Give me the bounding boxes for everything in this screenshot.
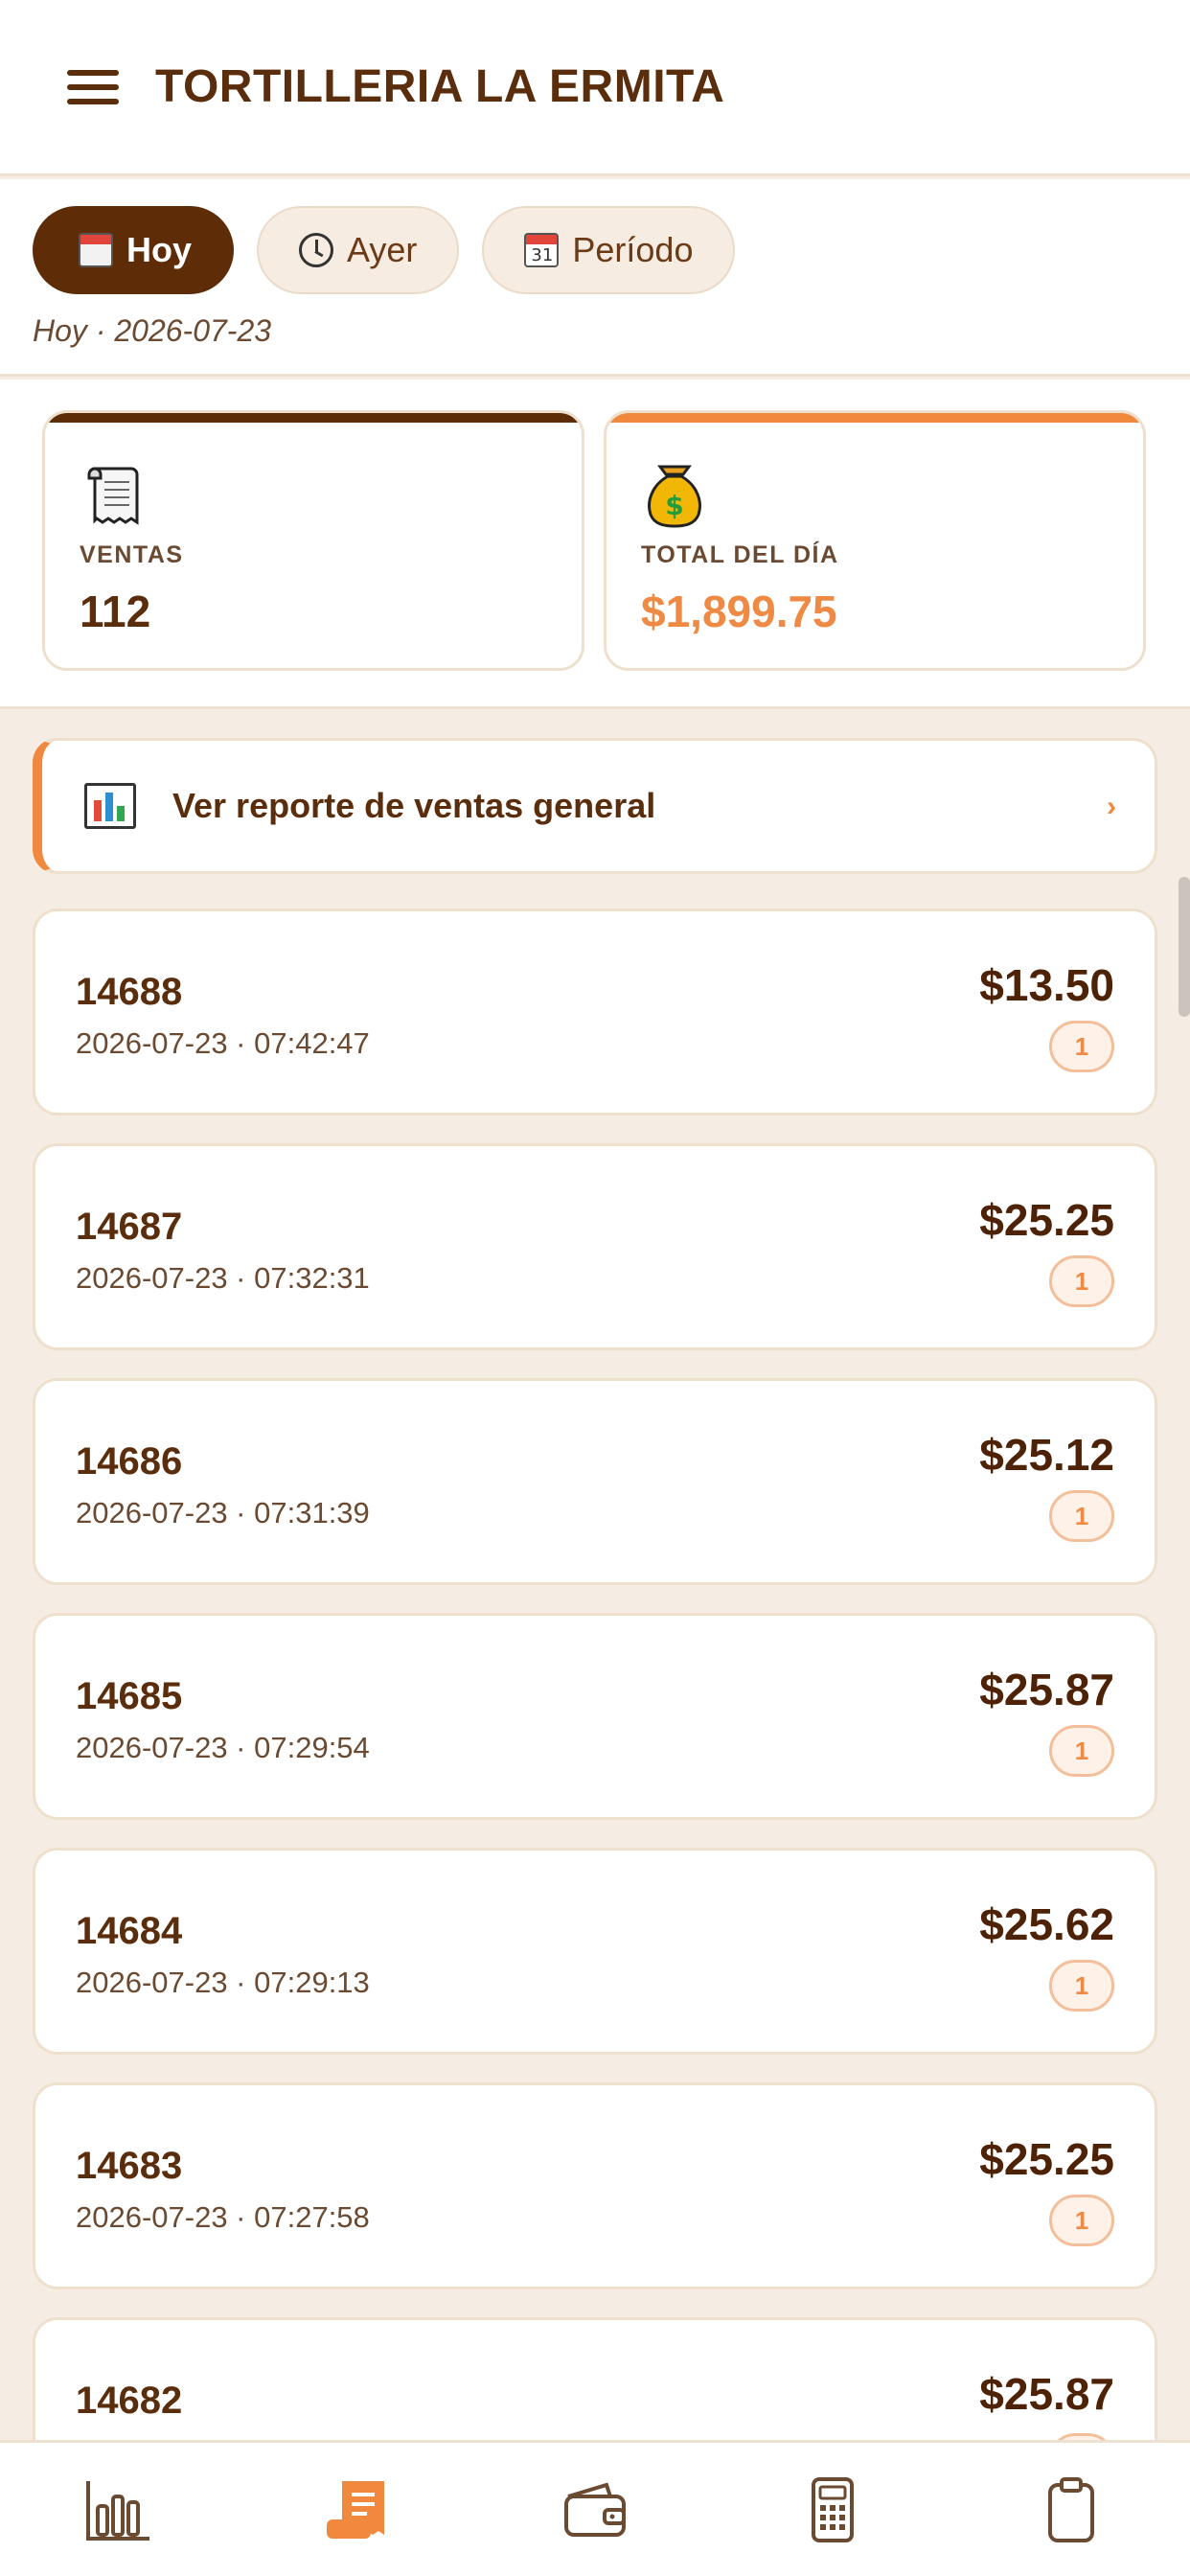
bar-chart-icon — [86, 2480, 150, 2541]
receipt-icon — [87, 467, 139, 525]
app-header: TORTILLERIA LA ERMITA — [0, 0, 1190, 176]
sale-item[interactable]: 14688 2026-07-23 · 07:42:47 $13.50 1 — [33, 908, 1157, 1116]
sale-amount: $25.87 — [979, 2369, 1114, 2419]
filter-chip-ayer[interactable]: Ayer — [257, 206, 460, 294]
daily-total-value: $1,899.75 — [641, 586, 837, 636]
filter-chip-label: Ayer — [347, 230, 418, 269]
bar-chart-icon — [84, 783, 136, 829]
filter-chip-label: Hoy — [126, 230, 193, 269]
clipboard-icon — [1047, 2476, 1094, 2542]
sale-amount: $25.62 — [979, 1899, 1114, 1949]
wallet-icon — [563, 2482, 626, 2537]
chevron-right-icon: › — [1107, 791, 1116, 822]
sale-item[interactable]: 14683 2026-07-23 · 07:27:58 $25.25 1 — [33, 2082, 1157, 2289]
sale-item[interactable]: 14686 2026-07-23 · 07:31:39 $25.12 1 — [33, 1378, 1157, 1585]
clock-icon — [299, 233, 334, 267]
receipt-icon — [326, 2480, 384, 2539]
sale-items-badge: 1 — [1049, 1021, 1114, 1072]
general-report-button[interactable]: Ver reporte de ventas general › — [33, 738, 1157, 874]
stats-section: VENTAS 112 $ TOTAL DEL DÍA $1,899.75 — [0, 380, 1190, 709]
sales-count-value: 112 — [80, 586, 151, 636]
sale-amount: $13.50 — [979, 960, 1114, 1010]
sale-datetime: 2026-07-23 · 07:42:47 — [76, 1026, 370, 1060]
nav-reports[interactable] — [61, 2457, 176, 2563]
general-report-label: Ver reporte de ventas general — [172, 786, 656, 825]
sale-id: 14683 — [76, 2145, 183, 2187]
sale-item[interactable]: 14684 2026-07-23 · 07:29:13 $25.62 1 — [33, 1848, 1157, 2055]
sale-id: 14687 — [76, 1206, 183, 1248]
period-label: Hoy · 2026-07-23 — [33, 313, 272, 348]
filter-chip-hoy[interactable]: Hoy — [33, 206, 235, 294]
sale-datetime: 2026-07-23 · 07:29:54 — [76, 1731, 370, 1764]
sale-amount: $25.87 — [979, 1665, 1114, 1714]
sale-item[interactable]: 14687 2026-07-23 · 07:32:31 $25.25 1 — [33, 1143, 1157, 1350]
period-filter-bar: Hoy Ayer Período Hoy · 2026-07-23 — [0, 179, 1190, 377]
sale-amount: $25.12 — [979, 1430, 1114, 1480]
scrollbar[interactable] — [1179, 877, 1190, 1017]
sale-id: 14688 — [76, 971, 183, 1013]
bottom-navigation — [0, 2440, 1190, 2576]
calendar-icon — [79, 233, 113, 267]
filter-chip-periodo[interactable]: Período — [482, 206, 736, 294]
sale-items-badge: 1 — [1049, 1960, 1114, 2012]
filter-chip-label: Período — [572, 230, 694, 269]
sales-count-label: VENTAS — [80, 541, 184, 568]
daily-total-card: $ TOTAL DEL DÍA $1,899.75 — [604, 410, 1146, 671]
sale-id: 14686 — [76, 1440, 183, 1483]
sale-id: 14684 — [76, 1910, 183, 1952]
nav-sales[interactable] — [300, 2457, 415, 2563]
sale-items-badge: 1 — [1049, 2195, 1114, 2246]
money-bag-icon: $ — [648, 465, 701, 528]
nav-calculator[interactable] — [775, 2457, 890, 2563]
sale-items-badge: 1 — [1049, 1725, 1114, 1777]
sale-datetime: 2026-07-23 · 07:31:39 — [76, 1496, 370, 1530]
sale-id: 14682 — [76, 2380, 183, 2422]
sales-list: 14688 2026-07-23 · 07:42:47 $13.50 1 146… — [33, 908, 1157, 2552]
calculator-icon — [812, 2476, 855, 2542]
sale-datetime: 2026-07-23 · 07:29:13 — [76, 1966, 370, 1999]
hamburger-menu-icon[interactable] — [67, 68, 121, 106]
daily-total-label: TOTAL DEL DÍA — [641, 541, 839, 568]
app-title: TORTILLERIA LA ERMITA — [155, 61, 725, 112]
sale-amount: $25.25 — [979, 2134, 1114, 2184]
sale-amount: $25.25 — [979, 1195, 1114, 1245]
nav-clipboard[interactable] — [1014, 2457, 1129, 2563]
sale-items-badge: 1 — [1049, 1490, 1114, 1542]
sale-id: 14685 — [76, 1675, 183, 1717]
nav-wallet[interactable] — [538, 2457, 652, 2563]
sale-datetime: 2026-07-23 · 07:27:58 — [76, 2200, 370, 2234]
calendar-31-icon — [524, 233, 560, 267]
sales-count-card: VENTAS 112 — [42, 410, 584, 671]
sale-items-badge: 1 — [1049, 1255, 1114, 1307]
sale-datetime: 2026-07-23 · 07:32:31 — [76, 1261, 370, 1295]
sale-item[interactable]: 14685 2026-07-23 · 07:29:54 $25.87 1 — [33, 1613, 1157, 1820]
svg-text:$: $ — [665, 490, 683, 521]
